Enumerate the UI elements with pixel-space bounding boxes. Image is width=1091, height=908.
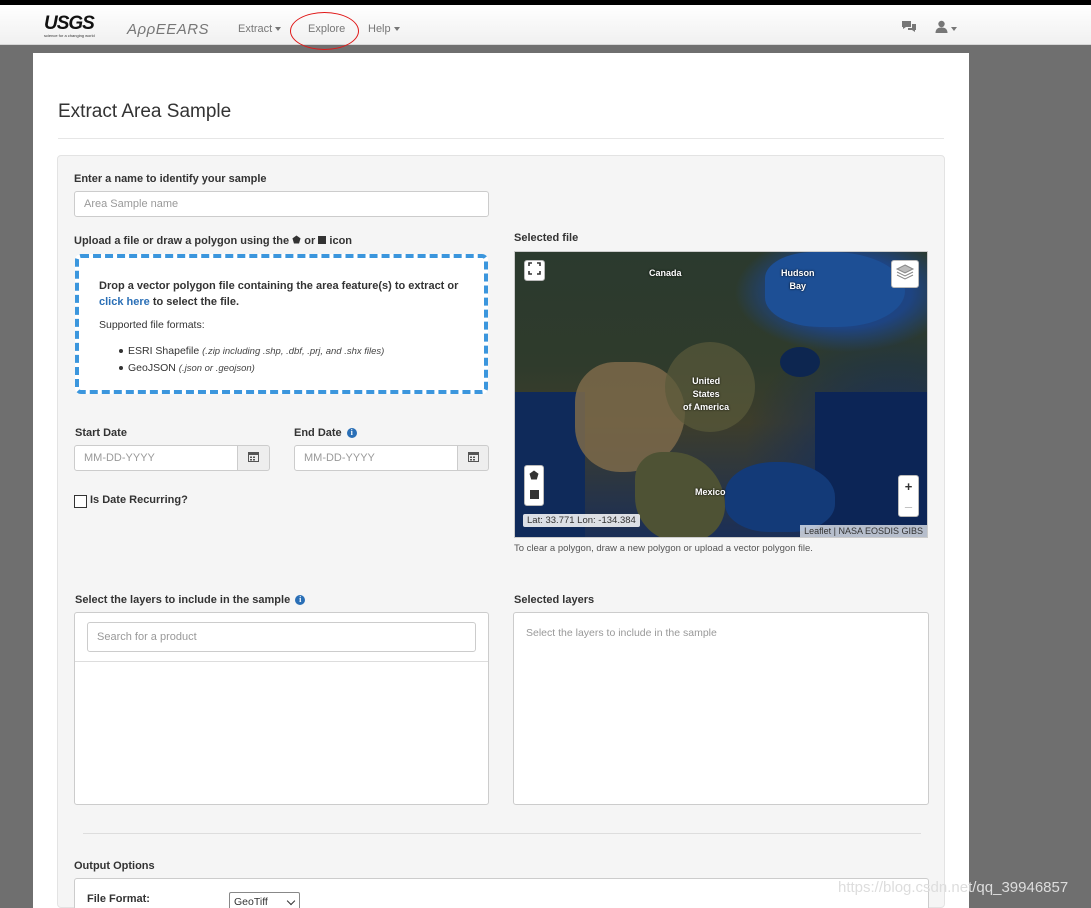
watermark: https://blog.csdn.net/qq_39946857: [838, 879, 1069, 896]
layers-button[interactable]: [891, 260, 919, 288]
nav-extract-menu[interactable]: Extract: [238, 23, 282, 35]
square-icon: [318, 235, 327, 247]
usgs-logo-tagline: science for a changing world: [44, 33, 95, 38]
chat-icon[interactable]: [901, 20, 917, 37]
map-terrain: [725, 462, 835, 532]
title-divider: [58, 138, 944, 139]
end-date-input[interactable]: MM-DD-YYYY: [294, 445, 458, 471]
map-label-hudson-bay: Hudson Bay: [781, 268, 815, 291]
info-icon[interactable]: i: [295, 595, 306, 606]
chevron-down-icon: [286, 896, 296, 906]
upload-label-or: or: [304, 235, 316, 247]
navbar: USGS science for a changing world AρρEEA…: [0, 5, 1091, 50]
output-options-label: Output Options: [74, 860, 155, 872]
file-format-value: GeoTiff: [234, 896, 268, 908]
draw-toolbar: [524, 465, 544, 506]
usgs-logo-text: USGS: [44, 13, 95, 34]
divider: [75, 661, 488, 662]
file-dropzone[interactable]: Drop a vector polygon file containing th…: [75, 254, 488, 394]
selected-layers-label: Selected layers: [514, 594, 595, 606]
nav-help-label: Help: [368, 23, 391, 35]
end-date-calendar-button[interactable]: [458, 445, 489, 471]
sample-name-input[interactable]: Area Sample name: [74, 191, 489, 217]
file-format-select[interactable]: GeoTiff: [229, 892, 300, 908]
calendar-icon: [248, 451, 259, 465]
info-icon[interactable]: i: [346, 428, 357, 439]
end-date-label-text: End Date: [294, 427, 342, 439]
map-view[interactable]: Canada Hudson Bay United States of Ameri…: [514, 251, 928, 538]
map-label-mexico: Mexico: [695, 487, 726, 497]
usgs-logo[interactable]: USGS science for a changing world: [44, 13, 102, 39]
divider: [83, 833, 921, 834]
start-date-calendar-button[interactable]: [238, 445, 270, 471]
zoom-control: + –: [898, 475, 919, 517]
dropzone-text-1: Drop a vector polygon file containing th…: [99, 280, 459, 292]
click-here-link[interactable]: click here: [99, 296, 150, 308]
format-hint: (.zip including .shp, .dbf, .prj, and .s…: [202, 346, 385, 357]
fullscreen-button[interactable]: [524, 260, 545, 281]
user-menu[interactable]: [935, 20, 957, 37]
fullscreen-icon: [528, 261, 541, 280]
chevron-down-icon: [951, 27, 957, 32]
user-icon: [935, 20, 948, 37]
selected-file-label: Selected file: [514, 232, 579, 244]
sample-name-label: Enter a name to identify your sample: [74, 173, 267, 185]
list-item: ESRI Shapefile (.zip including .shp, .db…: [119, 343, 384, 360]
map-label-canada: Canada: [649, 268, 682, 278]
chevron-down-icon: [275, 27, 282, 32]
upload-label-prefix: Upload a file or draw a polygon using th…: [74, 235, 290, 247]
file-format-label: File Format:: [87, 893, 150, 905]
map-terrain: [780, 347, 820, 377]
upload-label: Upload a file or draw a polygon using th…: [74, 235, 352, 247]
draw-polygon-icon[interactable]: [529, 467, 539, 485]
start-date-input[interactable]: MM-DD-YYYY: [74, 445, 238, 471]
list-item: GeoJSON (.json or .geojson): [119, 360, 384, 377]
output-options-box: [74, 878, 929, 908]
chevron-down-icon: [393, 27, 400, 32]
dropzone-text-2: to select the file.: [152, 296, 240, 308]
draw-rectangle-icon[interactable]: [529, 486, 539, 504]
zoom-in-button[interactable]: +: [905, 479, 913, 494]
format-hint: (.json or .geojson): [178, 363, 255, 374]
nav-help-menu[interactable]: Help: [368, 23, 400, 35]
calendar-icon: [467, 451, 479, 465]
map-help-note: To clear a polygon, draw a new polygon o…: [514, 543, 813, 554]
recurring-label: Is Date Recurring?: [90, 494, 188, 506]
coordinates-readout: Lat: 33.771 Lon: -134.384: [523, 514, 640, 527]
recurring-checkbox[interactable]: [74, 495, 87, 508]
page-title: Extract Area Sample: [58, 101, 232, 122]
map-attribution[interactable]: Leaflet | NASA EOSDIS GIBS: [800, 525, 927, 537]
end-date-label: End Date i: [294, 427, 357, 439]
selected-layers-placeholder: Select the layers to include in the samp…: [526, 627, 717, 639]
upload-label-suffix: icon: [329, 235, 353, 247]
layers-label-text: Select the layers to include in the samp…: [75, 594, 291, 606]
annotation-circle: [290, 12, 359, 50]
supported-formats-label: Supported file formats:: [99, 319, 205, 331]
layers-icon: [895, 263, 915, 286]
map-label-usa: United States of America: [683, 376, 730, 412]
dropzone-instructions: Drop a vector polygon file containing th…: [99, 278, 469, 310]
app-name[interactable]: AρρEEARS: [127, 21, 209, 38]
start-date-label: Start Date: [75, 427, 127, 439]
format-name: ESRI Shapefile: [128, 345, 200, 357]
layers-label: Select the layers to include in the samp…: [75, 594, 306, 606]
selected-layers-box: [513, 612, 929, 805]
nav-extract-label: Extract: [238, 23, 273, 35]
product-search-input[interactable]: Search for a product: [87, 622, 476, 652]
formats-list: ESRI Shapefile (.zip including .shp, .db…: [119, 343, 384, 377]
zoom-out-button[interactable]: –: [905, 499, 912, 514]
format-name: GeoJSON: [128, 362, 176, 374]
polygon-icon: [292, 235, 301, 247]
